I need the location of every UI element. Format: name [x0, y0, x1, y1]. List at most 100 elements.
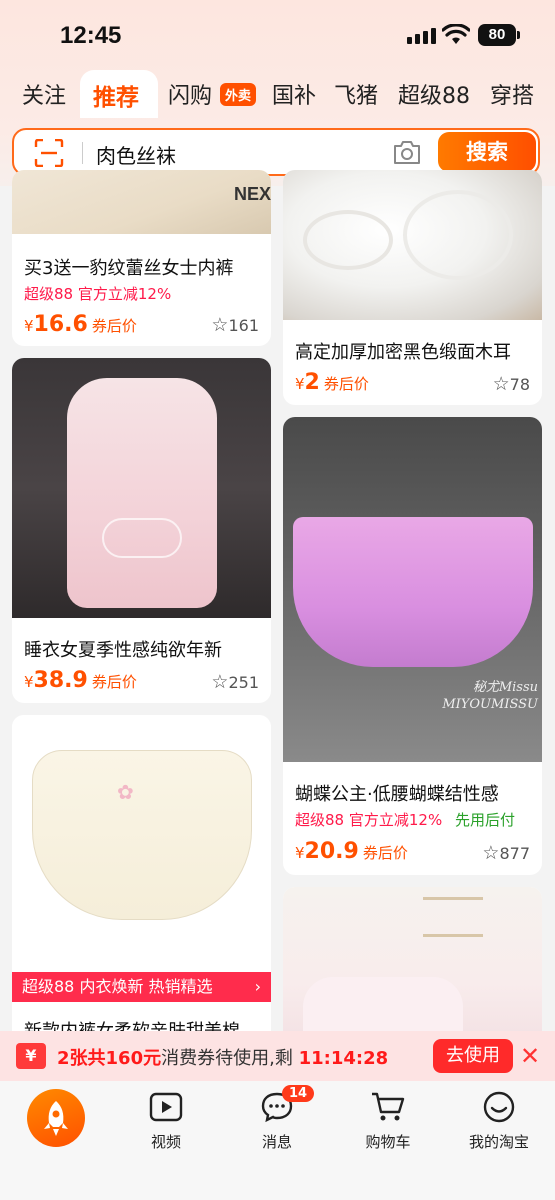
battery-icon: 80	[478, 24, 516, 46]
pay-later-tag: 先用后付	[455, 811, 516, 829]
promo-line: 超级88 官方立减12%	[24, 283, 171, 304]
product-image[interactable]	[283, 887, 542, 1047]
currency-symbol: ¥	[24, 317, 34, 335]
price-value: 38.9	[33, 668, 88, 693]
promo-tag: 超级88	[295, 811, 345, 829]
star-icon: ☆	[211, 314, 229, 336]
price-suffix: 券后价	[91, 317, 137, 335]
promo-banner-text: 超级88 内衣焕新 热销精选	[22, 977, 213, 996]
promo-line: 超级88 官方立减12% 先用后付	[295, 809, 515, 830]
coupon-text: 2张共160元消费券待使用,剩 11:14:28	[57, 1044, 388, 1070]
home-button[interactable]	[27, 1089, 85, 1147]
favorite-count[interactable]: ☆161	[211, 314, 259, 336]
price: ¥16.6 券后价	[24, 312, 137, 337]
tab-shangou[interactable]: 闪购	[168, 78, 212, 110]
product-card[interactable]: 高定加厚加密黑色缎面木耳 ¥2 券后价 ☆78	[283, 170, 542, 405]
waimai-badge: 外卖	[220, 83, 257, 106]
bottom-navigation: 视频 14 消息 购物车 我的淘宝	[0, 1081, 555, 1200]
product-card[interactable]	[283, 887, 542, 1047]
product-card[interactable]: NEX 买3送一豹纹蕾丝女士内裤 超级88 官方立减12% ¥16.6 券后价 ☆…	[12, 170, 271, 346]
nav-messages-label: 消息	[261, 1133, 292, 1151]
coupon-bar[interactable]: ¥ 2张共160元消费券待使用,剩 11:14:28 去使用 ✕	[0, 1031, 555, 1081]
product-title[interactable]: 蝴蝶公主·低腰蝴蝶结性感	[295, 780, 535, 806]
search-input[interactable]: 肉色丝袜	[96, 140, 176, 169]
price-value: 16.6	[33, 312, 88, 337]
tab-guobu[interactable]: 国补	[272, 78, 316, 110]
search-button[interactable]: 搜索	[438, 132, 536, 172]
currency-symbol: ¥	[295, 844, 305, 862]
product-card[interactable]: 睡衣女夏季性感纯欲年新 ¥38.9 券后价 ☆251	[12, 358, 271, 703]
nav-cart-label: 购物车	[365, 1133, 411, 1151]
product-image-text: NEX	[234, 184, 271, 204]
price-value: 20.9	[304, 839, 359, 864]
promo-desc: 官方立减12%	[77, 285, 172, 303]
product-image[interactable]	[283, 170, 542, 320]
product-image[interactable]: ✿	[12, 715, 271, 972]
product-title[interactable]: 买3送一豹纹蕾丝女士内裤	[24, 254, 264, 280]
search-divider	[82, 142, 83, 164]
channel-tabs: 关注 推荐 闪购 外卖 国补 飞猪 超级88 穿搭	[0, 70, 555, 118]
nav-video-label: 视频	[150, 1133, 181, 1151]
price-suffix: 券后价	[323, 375, 369, 393]
price: ¥20.9 券后价	[295, 839, 408, 864]
use-coupon-button[interactable]: 去使用	[433, 1039, 513, 1073]
cellular-signal-icon	[407, 28, 436, 44]
promo-desc: 官方立减12%	[348, 811, 443, 829]
tab-feizhu[interactable]: 飞猪	[334, 78, 378, 110]
product-image-garment	[67, 378, 217, 608]
nav-my-taobao[interactable]: 我的淘宝	[454, 1089, 544, 1152]
nav-messages[interactable]: 14 消息	[232, 1085, 322, 1152]
coupon-countdown: 11:14:28	[298, 1048, 389, 1069]
promo-tag: 超级88	[24, 285, 74, 303]
price-value: 2	[304, 370, 320, 395]
tab-chaoji88[interactable]: 超级88	[398, 78, 470, 110]
price: ¥38.9 券后价	[24, 668, 137, 693]
nav-video[interactable]: 视频	[121, 1089, 211, 1152]
product-image-detail	[403, 190, 513, 280]
price: ¥2 券后价	[295, 370, 369, 395]
favorite-count[interactable]: ☆877	[482, 842, 530, 864]
tab-chuanda[interactable]: 穿搭	[490, 78, 534, 110]
camera-icon[interactable]	[392, 138, 422, 166]
favorite-count[interactable]: ☆78	[493, 373, 530, 395]
wifi-icon	[442, 24, 470, 44]
price-suffix: 券后价	[91, 673, 137, 691]
favorite-number: 161	[228, 316, 259, 335]
favorite-number: 78	[509, 375, 530, 394]
star-icon: ☆	[482, 842, 500, 864]
scan-icon[interactable]	[34, 139, 64, 167]
message-badge: 14	[282, 1085, 315, 1102]
close-icon[interactable]: ✕	[520, 1042, 540, 1070]
product-card[interactable]: 秘尤Missu MIYOUMISSU 蝴蝶公主·低腰蝴蝶结性感 超级88 官方立…	[283, 417, 542, 875]
product-image-garment	[293, 517, 533, 667]
coupon-desc: 消费券待使用,剩	[161, 1048, 293, 1069]
product-image-detail	[423, 897, 483, 937]
watermark-text: 秘尤Missu MIYOUMISSU	[442, 680, 538, 712]
product-title[interactable]: 高定加厚加密黑色缎面木耳	[295, 338, 535, 364]
product-image[interactable]	[12, 358, 271, 618]
product-image[interactable]: 秘尤Missu MIYOUMISSU	[283, 417, 542, 762]
currency-symbol: ¥	[24, 673, 34, 691]
battery-cap	[517, 31, 520, 39]
status-bar: 12:45 80	[0, 0, 555, 66]
currency-symbol: ¥	[295, 375, 305, 393]
product-image-ribbon	[102, 518, 182, 558]
nav-cart[interactable]: 购物车	[343, 1089, 433, 1152]
smiley-icon	[483, 1091, 515, 1123]
tab-tuijian[interactable]: 推荐	[93, 78, 139, 112]
rocket-icon	[44, 1101, 68, 1136]
cart-icon	[372, 1092, 405, 1121]
promo-banner[interactable]: 超级88 内衣焕新 热销精选 ›	[12, 972, 271, 1002]
chevron-right-icon: ›	[254, 977, 261, 996]
favorite-number: 877	[499, 844, 530, 863]
product-image[interactable]: NEX	[12, 170, 271, 234]
price-suffix: 券后价	[362, 844, 408, 862]
favorite-number: 251	[228, 673, 259, 692]
product-title[interactable]: 睡衣女夏季性感纯欲年新	[24, 636, 264, 662]
tab-guanzhu[interactable]: 关注	[22, 78, 66, 110]
favorite-count[interactable]: ☆251	[211, 671, 259, 693]
nav-my-taobao-label: 我的淘宝	[468, 1133, 529, 1151]
product-image-detail	[303, 210, 393, 270]
bow-icon: ✿	[117, 780, 134, 804]
search-bar[interactable]: 肉色丝袜 搜索	[12, 128, 540, 176]
